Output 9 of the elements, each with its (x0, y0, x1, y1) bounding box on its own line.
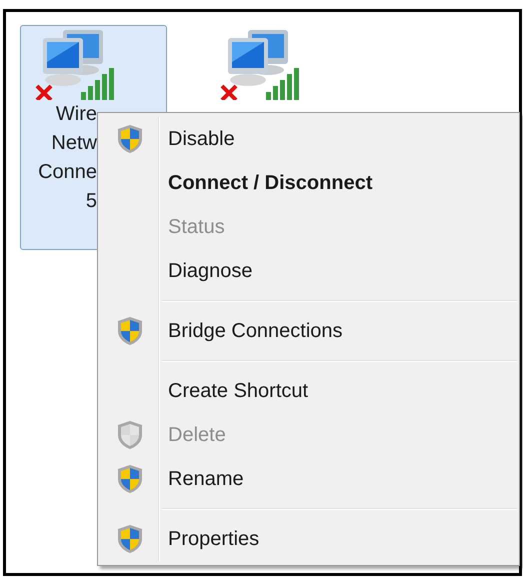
connection-label: Wire (56, 102, 97, 127)
menu-item[interactable]: Rename (100, 457, 517, 501)
menu-item[interactable]: Diagnose (100, 249, 517, 293)
connection-label: 5 (86, 189, 97, 214)
connection-label: Netw (51, 131, 97, 156)
menu-item[interactable]: Properties (100, 517, 517, 561)
menu-item[interactable]: Bridge Connections (100, 309, 517, 353)
connection-label: Conne (38, 160, 97, 185)
menu-item[interactable]: Create Shortcut (100, 369, 517, 413)
